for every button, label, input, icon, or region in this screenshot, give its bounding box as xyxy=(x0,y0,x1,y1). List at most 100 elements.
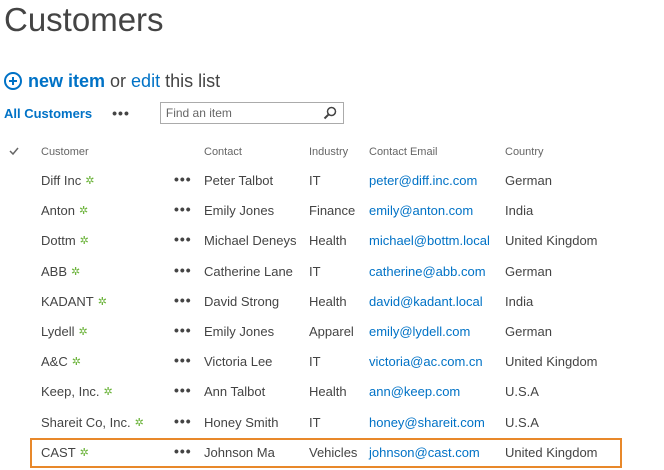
customer-name[interactable]: Diff Inc xyxy=(41,173,81,188)
column-header-customer[interactable]: Customer xyxy=(41,146,89,158)
industry-cell: Vehicles xyxy=(309,444,358,460)
row-menu-button[interactable]: ••• xyxy=(174,413,192,429)
industry-cell: IT xyxy=(309,414,321,430)
search-box xyxy=(159,102,344,124)
customer-cell[interactable]: ABB ✲ xyxy=(41,264,80,279)
add-circle-icon[interactable] xyxy=(4,72,22,90)
table-row[interactable]: Anton ✲ ••• Emily Jones Finance emily@ant… xyxy=(0,196,664,226)
new-item-icon: ✲ xyxy=(134,416,144,429)
view-more-menu[interactable]: ••• xyxy=(112,105,130,121)
table-row[interactable]: ABB ✲ ••• Catherine Lane IT catherine@abb… xyxy=(0,257,664,287)
contact-cell: Peter Talbot xyxy=(204,173,274,188)
contact-cell: Honey Smith xyxy=(204,414,279,430)
row-menu-button[interactable]: ••• xyxy=(174,262,192,278)
customer-cell[interactable]: A&C ✲ xyxy=(41,354,81,369)
row-menu-button[interactable]: ••• xyxy=(174,443,192,459)
edit-list-link[interactable]: edit xyxy=(131,71,160,92)
industry-cell: Finance xyxy=(309,203,356,219)
contact-cell: Victoria Lee xyxy=(204,354,273,370)
new-item-link[interactable]: new item xyxy=(28,71,105,92)
new-item-bar: new item or edit this list xyxy=(4,69,220,93)
new-item-icon: ✲ xyxy=(103,386,113,399)
email-link[interactable]: catherine@abb.com xyxy=(369,264,486,279)
table-row[interactable]: A&C ✲ ••• Victoria Lee IT victoria@ac.com… xyxy=(0,347,664,377)
view-all-customers[interactable]: All Customers xyxy=(4,106,92,121)
column-header-contact[interactable]: Contact xyxy=(204,146,242,158)
this-list-text: this list xyxy=(165,70,221,91)
customer-name[interactable]: KADANT xyxy=(41,294,94,309)
select-all-check-icon[interactable] xyxy=(8,145,20,157)
country-cell: India xyxy=(505,293,534,309)
new-item-icon: ✲ xyxy=(79,446,89,459)
view-bar: All Customers ••• xyxy=(4,100,344,126)
email-link[interactable]: ann@keep.com xyxy=(369,384,460,399)
or-text: or xyxy=(110,70,127,91)
table-row[interactable]: Diff Inc ✲ ••• Peter Talbot IT peter@diff… xyxy=(0,166,664,196)
contact-cell: David Strong xyxy=(204,293,280,309)
email-link[interactable]: david@kadant.local xyxy=(369,294,483,309)
row-menu-button[interactable]: ••• xyxy=(174,352,192,368)
customer-cell[interactable]: Shareit Co, Inc. ✲ xyxy=(41,415,144,430)
row-menu-button[interactable]: ••• xyxy=(174,322,192,338)
customer-cell[interactable]: CAST ✲ xyxy=(41,445,89,460)
row-menu-button[interactable]: ••• xyxy=(174,292,192,308)
country-cell: United Kingdom xyxy=(505,233,598,249)
column-header-country[interactable]: Country xyxy=(505,146,544,158)
customer-cell[interactable]: Diff Inc ✲ xyxy=(41,173,94,188)
contact-cell: Emily Jones xyxy=(204,203,275,219)
email-link[interactable]: victoria@ac.com.cn xyxy=(369,354,483,369)
table-row[interactable]: Shareit Co, Inc. ✲ ••• Honey Smith IT hon… xyxy=(0,408,664,438)
column-header-industry[interactable]: Industry xyxy=(309,146,348,158)
table-body: Diff Inc ✲ ••• Peter Talbot IT peter@diff… xyxy=(0,166,664,468)
industry-cell: IT xyxy=(309,173,321,188)
country-cell: India xyxy=(505,203,534,219)
industry-cell: Health xyxy=(309,384,347,400)
table-row-selected[interactable]: CAST ✲ ••• Johnson Ma Vehicles johnson@ca… xyxy=(0,437,664,468)
row-menu-button[interactable]: ••• xyxy=(174,201,192,217)
email-link[interactable]: honey@shareit.com xyxy=(369,415,485,430)
industry-cell: Health xyxy=(309,293,347,309)
customer-name[interactable]: A&C xyxy=(41,354,68,369)
new-item-icon: ✲ xyxy=(78,205,89,218)
table-row[interactable]: Keep, Inc. ✲ ••• Ann Talbot Health ann@ke… xyxy=(0,377,664,407)
customer-name[interactable]: Keep, Inc. xyxy=(41,384,100,399)
table-row[interactable]: Lydell ✲ ••• Emily Jones Apparel emily@ly… xyxy=(0,317,664,347)
row-menu-button[interactable]: ••• xyxy=(174,382,192,398)
customer-name[interactable]: Anton xyxy=(41,203,75,218)
new-item-icon: ✲ xyxy=(71,265,81,278)
customer-name[interactable]: Shareit Co, Inc. xyxy=(41,415,131,430)
country-cell: German xyxy=(505,263,552,279)
row-menu-button[interactable]: ••• xyxy=(174,231,192,247)
country-cell: U.S.A xyxy=(505,414,539,430)
email-link[interactable]: peter@diff.inc.com xyxy=(369,173,477,188)
contact-cell: Michael Deneys xyxy=(204,233,297,249)
row-menu-button[interactable]: ••• xyxy=(174,171,192,187)
table-row[interactable]: Dottm ✲ ••• Michael Deneys Health michael… xyxy=(0,226,664,256)
page-title: Customers xyxy=(4,1,164,38)
customer-cell[interactable]: KADANT ✲ xyxy=(41,294,107,309)
email-link[interactable]: michael@bottm.local xyxy=(369,233,490,248)
search-icon[interactable] xyxy=(323,106,337,120)
customer-cell[interactable]: Lydell ✲ xyxy=(41,324,88,339)
country-cell: United Kingdom xyxy=(505,354,598,370)
email-link[interactable]: johnson@cast.com xyxy=(369,445,480,460)
customer-name[interactable]: Dottm xyxy=(41,233,76,248)
customer-cell[interactable]: Dottm ✲ xyxy=(41,233,89,248)
table-row[interactable]: KADANT ✲ ••• David Strong Health david@ka… xyxy=(0,287,664,317)
column-header-email[interactable]: Contact Email xyxy=(369,146,437,158)
customer-name[interactable]: CAST xyxy=(41,445,76,460)
contact-cell: Emily Jones xyxy=(204,323,275,339)
industry-cell: IT xyxy=(309,263,321,279)
contact-cell: Catherine Lane xyxy=(204,263,293,279)
email-link[interactable]: emily@lydell.com xyxy=(369,324,470,339)
search-input[interactable] xyxy=(165,106,316,120)
customer-name[interactable]: Lydell xyxy=(41,324,74,339)
customer-cell[interactable]: Anton ✲ xyxy=(41,203,88,218)
country-cell: German xyxy=(505,323,552,339)
email-link[interactable]: emily@anton.com xyxy=(369,203,473,218)
customer-name[interactable]: ABB xyxy=(41,264,67,279)
customer-cell[interactable]: Keep, Inc. ✲ xyxy=(41,384,113,399)
contact-cell: Ann Talbot xyxy=(204,384,266,400)
industry-cell: Apparel xyxy=(309,323,354,339)
new-item-icon: ✲ xyxy=(85,175,95,187)
